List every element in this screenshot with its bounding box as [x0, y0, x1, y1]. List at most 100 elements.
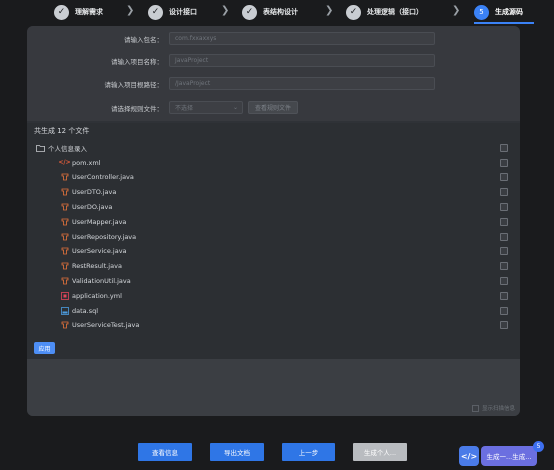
file-checkbox[interactable] [500, 232, 508, 241]
step-label: 设计接口 [169, 8, 197, 16]
code-icon: </> [459, 446, 479, 466]
package-input[interactable]: com.fxxaxxys [169, 32, 435, 45]
code-file-icon: </> [58, 159, 71, 166]
file-name: application.yml [72, 291, 122, 300]
project-path-row: 请输入项目根路径： /JavaProject [27, 77, 435, 90]
check-icon: ✓ [54, 4, 69, 20]
file-name: UserDO.java [72, 202, 113, 211]
file-checkbox[interactable] [500, 173, 508, 182]
floating-generate-widget[interactable]: </> 生成一...生成... [459, 446, 537, 466]
file-name: RestResult.java [72, 262, 122, 271]
export-doc-button[interactable]: 导出文档 [210, 443, 264, 461]
step-label: 处理逻辑（接口） [367, 8, 423, 16]
rule-file-row: 请选择规则文件： 不选择 ⌄ 查看规则文件 [27, 101, 298, 114]
chevron-down-icon: ⌄ [232, 104, 238, 111]
rule-file-select[interactable]: 不选择 ⌄ [169, 101, 243, 114]
step-label: 生成源码 [495, 8, 523, 16]
file-checkbox[interactable] [500, 306, 508, 315]
previous-step-button[interactable]: 上一步 [282, 443, 335, 461]
file-row[interactable]: UserServiceTest.java [27, 318, 520, 333]
java-file-icon [60, 202, 69, 211]
file-name: UserMapper.java [72, 217, 127, 226]
file-checkbox[interactable] [500, 262, 508, 271]
file-row[interactable]: UserRepository.java [27, 229, 520, 244]
file-name: UserServiceTest.java [72, 321, 140, 330]
file-row[interactable]: RestResult.java [27, 259, 520, 274]
file-row[interactable]: ValidationUtil.java [27, 273, 520, 288]
file-checkbox[interactable] [500, 217, 508, 226]
generate-button[interactable]: 生成个人... [353, 443, 407, 461]
file-name: ValidationUtil.java [72, 276, 131, 285]
chevron-right-icon: ❯ [452, 5, 461, 16]
show-scan-info-toggle[interactable]: 显示扫描信息 [471, 404, 515, 412]
config-form: 请输入包名： com.fxxaxxys 请输入项目名称： JavaProject… [27, 26, 520, 121]
file-row[interactable]: </> pom.xml [27, 155, 520, 170]
project-name-input[interactable]: JavaProject [169, 54, 435, 67]
file-checkbox[interactable] [500, 291, 508, 300]
floating-label: 生成一...生成... [481, 446, 537, 466]
steps-bar: ✓ 理解需求 ❯ ✓ 设计接口 ❯ ✓ 表结构设计 ❯ ✓ 处理逻辑（接口） ❯… [0, 0, 554, 24]
check-icon: ✓ [346, 4, 361, 20]
step-process-logic[interactable]: ✓ 处理逻辑（接口） [346, 2, 423, 22]
sql-file-icon [60, 306, 69, 315]
java-file-icon [60, 262, 69, 271]
file-checkbox[interactable] [500, 158, 508, 167]
file-checkbox[interactable] [500, 188, 508, 197]
view-rule-file-button[interactable]: 查看规则文件 [248, 101, 298, 114]
java-file-icon [60, 232, 69, 241]
java-file-icon [60, 276, 69, 285]
file-count-header: 共生成 12 个文件 [34, 127, 90, 135]
file-name: pom.xml [72, 158, 101, 167]
active-step-underline [474, 22, 534, 24]
file-checkbox[interactable] [500, 276, 508, 285]
rule-file-label: 请选择规则文件： [111, 104, 163, 113]
view-info-button[interactable]: 查看信息 [138, 443, 192, 461]
file-row[interactable]: UserDO.java [27, 199, 520, 214]
step-number: 5 [474, 4, 489, 20]
file-row[interactable]: UserService.java [27, 244, 520, 259]
checkbox-label: 显示扫描信息 [481, 406, 515, 412]
file-row[interactable]: application.yml [27, 288, 520, 303]
file-row[interactable]: UserMapper.java [27, 214, 520, 229]
package-row: 请输入包名： com.fxxaxxys [27, 32, 435, 45]
file-name: UserService.java [72, 247, 127, 256]
java-file-icon [60, 217, 69, 226]
chevron-right-icon: ❯ [126, 5, 135, 16]
file-name: UserController.java [72, 173, 134, 182]
file-name: data.sql [72, 306, 99, 315]
select-value: 不选择 [175, 105, 194, 112]
step-table-design[interactable]: ✓ 表结构设计 [242, 2, 298, 22]
step-understand-requirements[interactable]: ✓ 理解需求 [54, 2, 103, 22]
java-file-icon [60, 247, 69, 256]
file-list: 共生成 12 个文件 个人信息录入 </> pom.xml UserControll… [27, 123, 520, 359]
step-generate-source[interactable]: 5 生成源码 [474, 2, 534, 24]
folder-row[interactable]: 个人信息录入 [27, 140, 520, 155]
chevron-right-icon: ❯ [221, 5, 230, 16]
notification-badge: 5 [533, 441, 544, 452]
file-checkbox[interactable] [500, 247, 508, 256]
file-checkbox[interactable] [500, 202, 508, 211]
folder-icon [36, 143, 45, 152]
checkbox[interactable] [471, 404, 479, 412]
file-name: UserDTO.java [72, 188, 117, 197]
check-icon: ✓ [242, 4, 257, 20]
project-path-input[interactable]: /JavaProject [169, 77, 435, 90]
java-file-icon [60, 188, 69, 197]
project-name-label: 请输入项目名称： [111, 57, 163, 66]
file-row[interactable]: data.sql [27, 303, 520, 318]
file-name: UserRepository.java [72, 232, 137, 241]
yml-file-icon [60, 291, 69, 300]
project-path-label: 请输入项目根路径： [104, 80, 164, 89]
step-design-interface[interactable]: ✓ 设计接口 [148, 2, 197, 22]
step-label: 表结构设计 [263, 8, 298, 16]
step-label: 理解需求 [75, 8, 103, 16]
main-panel: 请输入包名： com.fxxaxxys 请输入项目名称： JavaProject… [27, 26, 520, 416]
project-name-row: 请输入项目名称： JavaProject [27, 54, 435, 67]
folder-checkbox[interactable] [500, 143, 508, 152]
file-row[interactable]: UserController.java [27, 170, 520, 185]
file-checkbox[interactable] [500, 321, 508, 330]
apply-button[interactable]: 应用 [34, 342, 55, 354]
file-row[interactable]: UserDTO.java [27, 185, 520, 200]
lower-area: 显示扫描信息 [27, 359, 520, 416]
chevron-right-icon: ❯ [325, 5, 334, 16]
